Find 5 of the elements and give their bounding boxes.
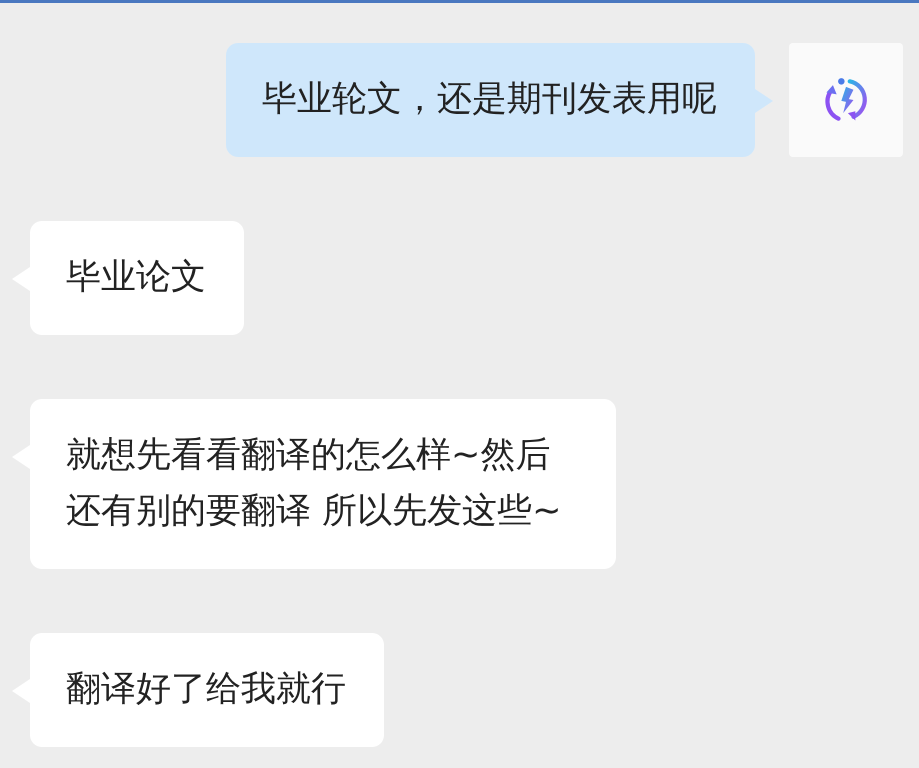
message-text: 就想先看看翻译的怎么样~然后还有别的要翻译 所以先发这些~ [66,434,562,533]
message-text: 翻译好了给我就行 [66,668,346,711]
message-text: 毕业轮文，还是期刊发表用呢 [262,78,717,121]
avatar[interactable] [789,43,903,157]
message-text: 毕业论文 [66,256,206,299]
